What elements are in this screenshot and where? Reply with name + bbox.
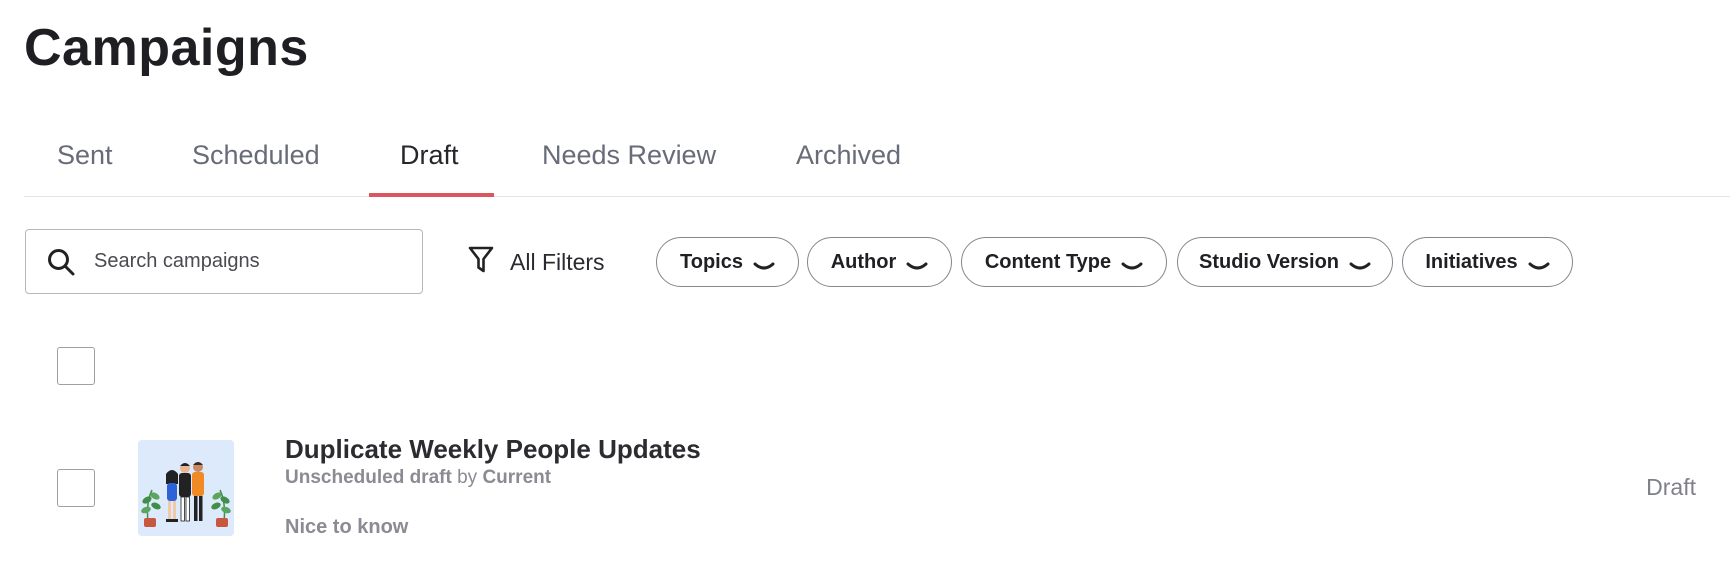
chevron-down-icon <box>906 256 928 270</box>
page-title: Campaigns <box>24 19 309 77</box>
people-illustration-icon <box>141 462 231 527</box>
chip-label: Content Type <box>984 250 1112 273</box>
tab-sent[interactable]: Sent <box>57 140 113 171</box>
search-box[interactable] <box>25 229 423 294</box>
campaign-author: Current <box>482 467 552 488</box>
tab-draft[interactable]: Draft <box>400 140 459 171</box>
chip-label: Topics <box>680 250 743 273</box>
active-tab-indicator <box>369 193 494 197</box>
chevron-down-icon <box>1121 256 1143 270</box>
initiatives-filter-chip[interactable]: Initiatives <box>1402 237 1573 287</box>
all-filters-label: All Filters <box>510 248 605 275</box>
studio-version-filter-chip[interactable]: Studio Version <box>1177 237 1393 287</box>
campaign-state: Unscheduled draft <box>285 467 452 488</box>
campaign-tag: Nice to know <box>285 516 409 538</box>
tab-needs-review[interactable]: Needs Review <box>542 140 716 171</box>
campaign-thumbnail <box>138 440 234 536</box>
campaign-meta: Unscheduled draft by Current <box>285 467 551 489</box>
all-filters-button[interactable]: All Filters <box>468 242 605 282</box>
chevron-down-icon <box>1528 256 1550 270</box>
tab-scheduled[interactable]: Scheduled <box>192 140 320 171</box>
chip-label: Initiatives <box>1425 250 1518 273</box>
topics-filter-chip[interactable]: Topics <box>656 237 799 287</box>
content-type-filter-chip[interactable]: Content Type <box>961 237 1167 287</box>
chip-label: Author <box>830 250 897 273</box>
author-filter-chip[interactable]: Author <box>807 237 952 287</box>
campaigns-page: Campaigns Sent Scheduled Draft Needs Rev… <box>0 0 1730 572</box>
select-all-checkbox[interactable] <box>57 347 95 385</box>
tab-archived[interactable]: Archived <box>796 140 901 171</box>
campaign-status: Draft <box>1646 474 1696 500</box>
row-select-checkbox[interactable] <box>57 469 95 507</box>
chevron-down-icon <box>753 256 775 270</box>
funnel-icon <box>468 246 494 279</box>
search-icon <box>46 247 76 277</box>
chevron-down-icon <box>1349 256 1371 270</box>
chip-label: Studio Version <box>1198 250 1340 273</box>
tab-bar: Sent Scheduled Draft Needs Review Archiv… <box>24 122 1730 197</box>
search-input[interactable] <box>92 249 406 274</box>
by-label: by <box>457 467 478 488</box>
campaign-title[interactable]: Duplicate Weekly People Updates <box>285 434 701 465</box>
